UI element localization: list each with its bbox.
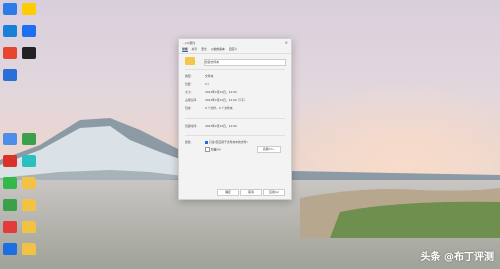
tab-previous-versions[interactable]: 以前的版本 [211,47,225,52]
apply-button[interactable]: 应用(A) [263,189,285,196]
folder-icon[interactable] [22,199,36,211]
app-icon[interactable] [3,221,17,233]
ok-button[interactable]: 确定 [217,189,239,196]
cancel-button[interactable]: 取消 [240,189,262,196]
dialog-title: …(2)属性 [182,40,196,45]
contains-row: 包含: 0 个文件，0 个文件夹 [185,106,233,110]
app-icon[interactable] [3,177,17,189]
divider [185,118,285,119]
checkbox-icon [205,147,210,152]
app-icon[interactable] [3,199,17,211]
app-icon[interactable] [3,133,17,145]
name-input[interactable]: 新建文件夹 [204,59,286,66]
app-icon[interactable] [3,243,17,255]
close-icon[interactable]: × [285,40,288,45]
tab-customize[interactable]: 自定义 [229,47,237,52]
properties-dialog: …(2)属性 × 常规 共享 安全 以前的版本 自定义 新建文件夹 类型: 文件… [178,38,292,200]
desktop: …(2)属性 × 常规 共享 安全 以前的版本 自定义 新建文件夹 类型: 文件… [0,0,500,269]
app-icon[interactable] [3,47,17,59]
size-row: 大小: 2023年2月14日，12:00 [185,90,237,94]
folder-icon [185,57,195,65]
folder-preview [185,57,195,66]
watermark: 头条 @布丁评测 [420,252,494,263]
app-icon[interactable] [22,47,36,59]
dialog-tabs: 常规 共享 安全 以前的版本 自定义 [179,46,291,54]
tab-security[interactable]: 安全 [201,47,207,52]
dialog-titlebar: …(2)属性 × [179,39,291,46]
checkbox-checked-icon [205,140,208,144]
computer-icon[interactable] [3,3,17,15]
type-row: 类型: 文件夹 [185,74,214,78]
app-icon[interactable] [22,3,36,15]
app-icon[interactable] [3,69,17,81]
folder-icon[interactable] [22,177,36,189]
attributes-row: 属性: [185,140,192,144]
tab-general[interactable]: 常规 [182,47,188,52]
divider [185,69,285,70]
hidden-checkbox[interactable]: 隐藏(H) [205,147,221,152]
app-icon[interactable] [22,155,36,167]
tab-share[interactable]: 共享 [192,47,198,52]
advanced-button[interactable]: 高级(D)... [257,146,281,153]
created-row: 创建时间: 2023年2月14日，12:00 [185,124,237,128]
island-shore [300,188,500,238]
app-icon[interactable] [3,155,17,167]
folder-icon[interactable] [22,221,36,233]
app-icon[interactable] [22,133,36,145]
folder-icon[interactable] [22,243,36,255]
readonly-checkbox[interactable]: 只读(仅应用于文件夹中的文件) [205,140,248,144]
app-icon[interactable] [22,25,36,37]
disk-size-row: 占用空间: 2023年2月14日，12:00 (下午) [185,98,246,102]
divider [185,135,285,136]
location-row: 位置: C:\ [185,82,209,86]
app-icon[interactable] [3,25,17,37]
